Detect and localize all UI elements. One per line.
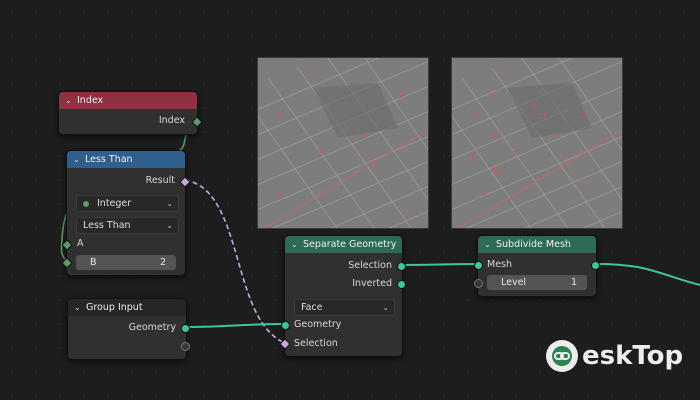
svg-text:2: 2	[363, 133, 368, 142]
node-group-input[interactable]: ⌄ Group Input Geometry	[67, 298, 190, 360]
integer-dot-icon	[83, 200, 89, 207]
svg-text:6: 6	[472, 155, 477, 163]
viewport-preview-left[interactable]: 1 0 2 3 3	[257, 57, 429, 229]
node-index[interactable]: ⌄ Index Index	[58, 91, 203, 135]
chevron-down-icon: ⌄	[382, 303, 389, 312]
input-mesh-label: Mesh	[487, 259, 513, 270]
data-type-dropdown[interactable]: Integer ⌄	[76, 195, 179, 212]
svg-text:12: 12	[577, 112, 586, 120]
chevron-down-icon: ⌄	[166, 221, 173, 230]
node-title: Less Than	[85, 154, 133, 165]
svg-text:5: 5	[474, 114, 478, 122]
output-result-label: Result	[145, 175, 175, 186]
svg-text:8: 8	[532, 102, 536, 110]
svg-text:9: 9	[492, 92, 496, 100]
chevron-down-icon[interactable]: ⌄	[65, 96, 77, 105]
level-field[interactable]: Level 1	[487, 275, 587, 290]
svg-text:3: 3	[398, 91, 403, 100]
node-subdivide-mesh[interactable]: ⌄ Subdivide Mesh Mesh Level 1	[474, 235, 600, 297]
node-separate-geometry[interactable]: ⌄ Separate Geometry Selection Inverted F…	[279, 235, 406, 357]
input-a-label: A	[77, 238, 84, 249]
output-geometry-label: Geometry	[128, 322, 176, 333]
svg-text:1: 1	[278, 113, 283, 122]
svg-text:11: 11	[552, 132, 561, 140]
viewport-preview-right[interactable]: 9 8 13 12 14 11 10 6 7 5 4	[451, 57, 623, 229]
output-index-label: Index	[158, 115, 185, 126]
chevron-down-icon[interactable]: ⌄	[484, 240, 496, 249]
chevron-down-icon[interactable]: ⌄	[291, 240, 303, 249]
node-group-input-header[interactable]: ⌄ Group Input	[68, 299, 186, 316]
output-selection-label: Selection	[348, 260, 392, 271]
node-title: Group Input	[86, 302, 143, 313]
svg-text:0: 0	[318, 146, 323, 155]
svg-text:14: 14	[492, 132, 501, 140]
socket-level-input[interactable]	[474, 279, 483, 288]
node-separate-geometry-header[interactable]: ⌄ Separate Geometry	[285, 236, 402, 253]
socket-geometry-output[interactable]	[181, 324, 190, 333]
chevron-down-icon[interactable]: ⌄	[73, 155, 85, 164]
svg-text:3: 3	[278, 189, 283, 198]
domain-dropdown[interactable]: Face ⌄	[294, 299, 395, 316]
svg-text:4: 4	[482, 190, 487, 198]
output-inverted-label: Inverted	[352, 278, 392, 289]
socket-selection-output[interactable]	[397, 262, 406, 271]
input-geometry-label: Geometry	[294, 319, 342, 330]
node-index-header[interactable]: ⌄ Index	[59, 92, 197, 109]
node-subdivide-mesh-header[interactable]: ⌄ Subdivide Mesh	[478, 236, 596, 253]
socket-empty-output[interactable]	[181, 342, 190, 351]
chevron-down-icon[interactable]: ⌄	[74, 303, 86, 312]
input-selection-label: Selection	[294, 338, 338, 349]
socket-mesh-output[interactable]	[591, 261, 600, 270]
watermark-text: eskTop	[582, 341, 684, 371]
node-less-than-header[interactable]: ⌄ Less Than	[67, 151, 185, 168]
watermark-logo: eskTop	[546, 340, 683, 372]
node-less-than[interactable]: ⌄ Less Than Result Integer ⌄ Less Than ⌄…	[61, 150, 191, 276]
socket-inverted-output[interactable]	[397, 280, 406, 289]
node-title: Subdivide Mesh	[496, 239, 571, 250]
svg-text:13: 13	[537, 112, 546, 120]
node-title: Index	[77, 95, 104, 106]
svg-text:7: 7	[512, 150, 516, 158]
socket-geometry-input[interactable]	[281, 321, 290, 330]
input-b-field[interactable]: B 2	[76, 255, 176, 270]
link-icon	[546, 340, 578, 372]
socket-mesh-input[interactable]	[474, 261, 483, 270]
operation-dropdown[interactable]: Less Than ⌄	[76, 217, 179, 234]
chevron-down-icon: ⌄	[166, 199, 173, 208]
node-title: Separate Geometry	[303, 239, 397, 250]
svg-text:10: 10	[492, 167, 501, 175]
